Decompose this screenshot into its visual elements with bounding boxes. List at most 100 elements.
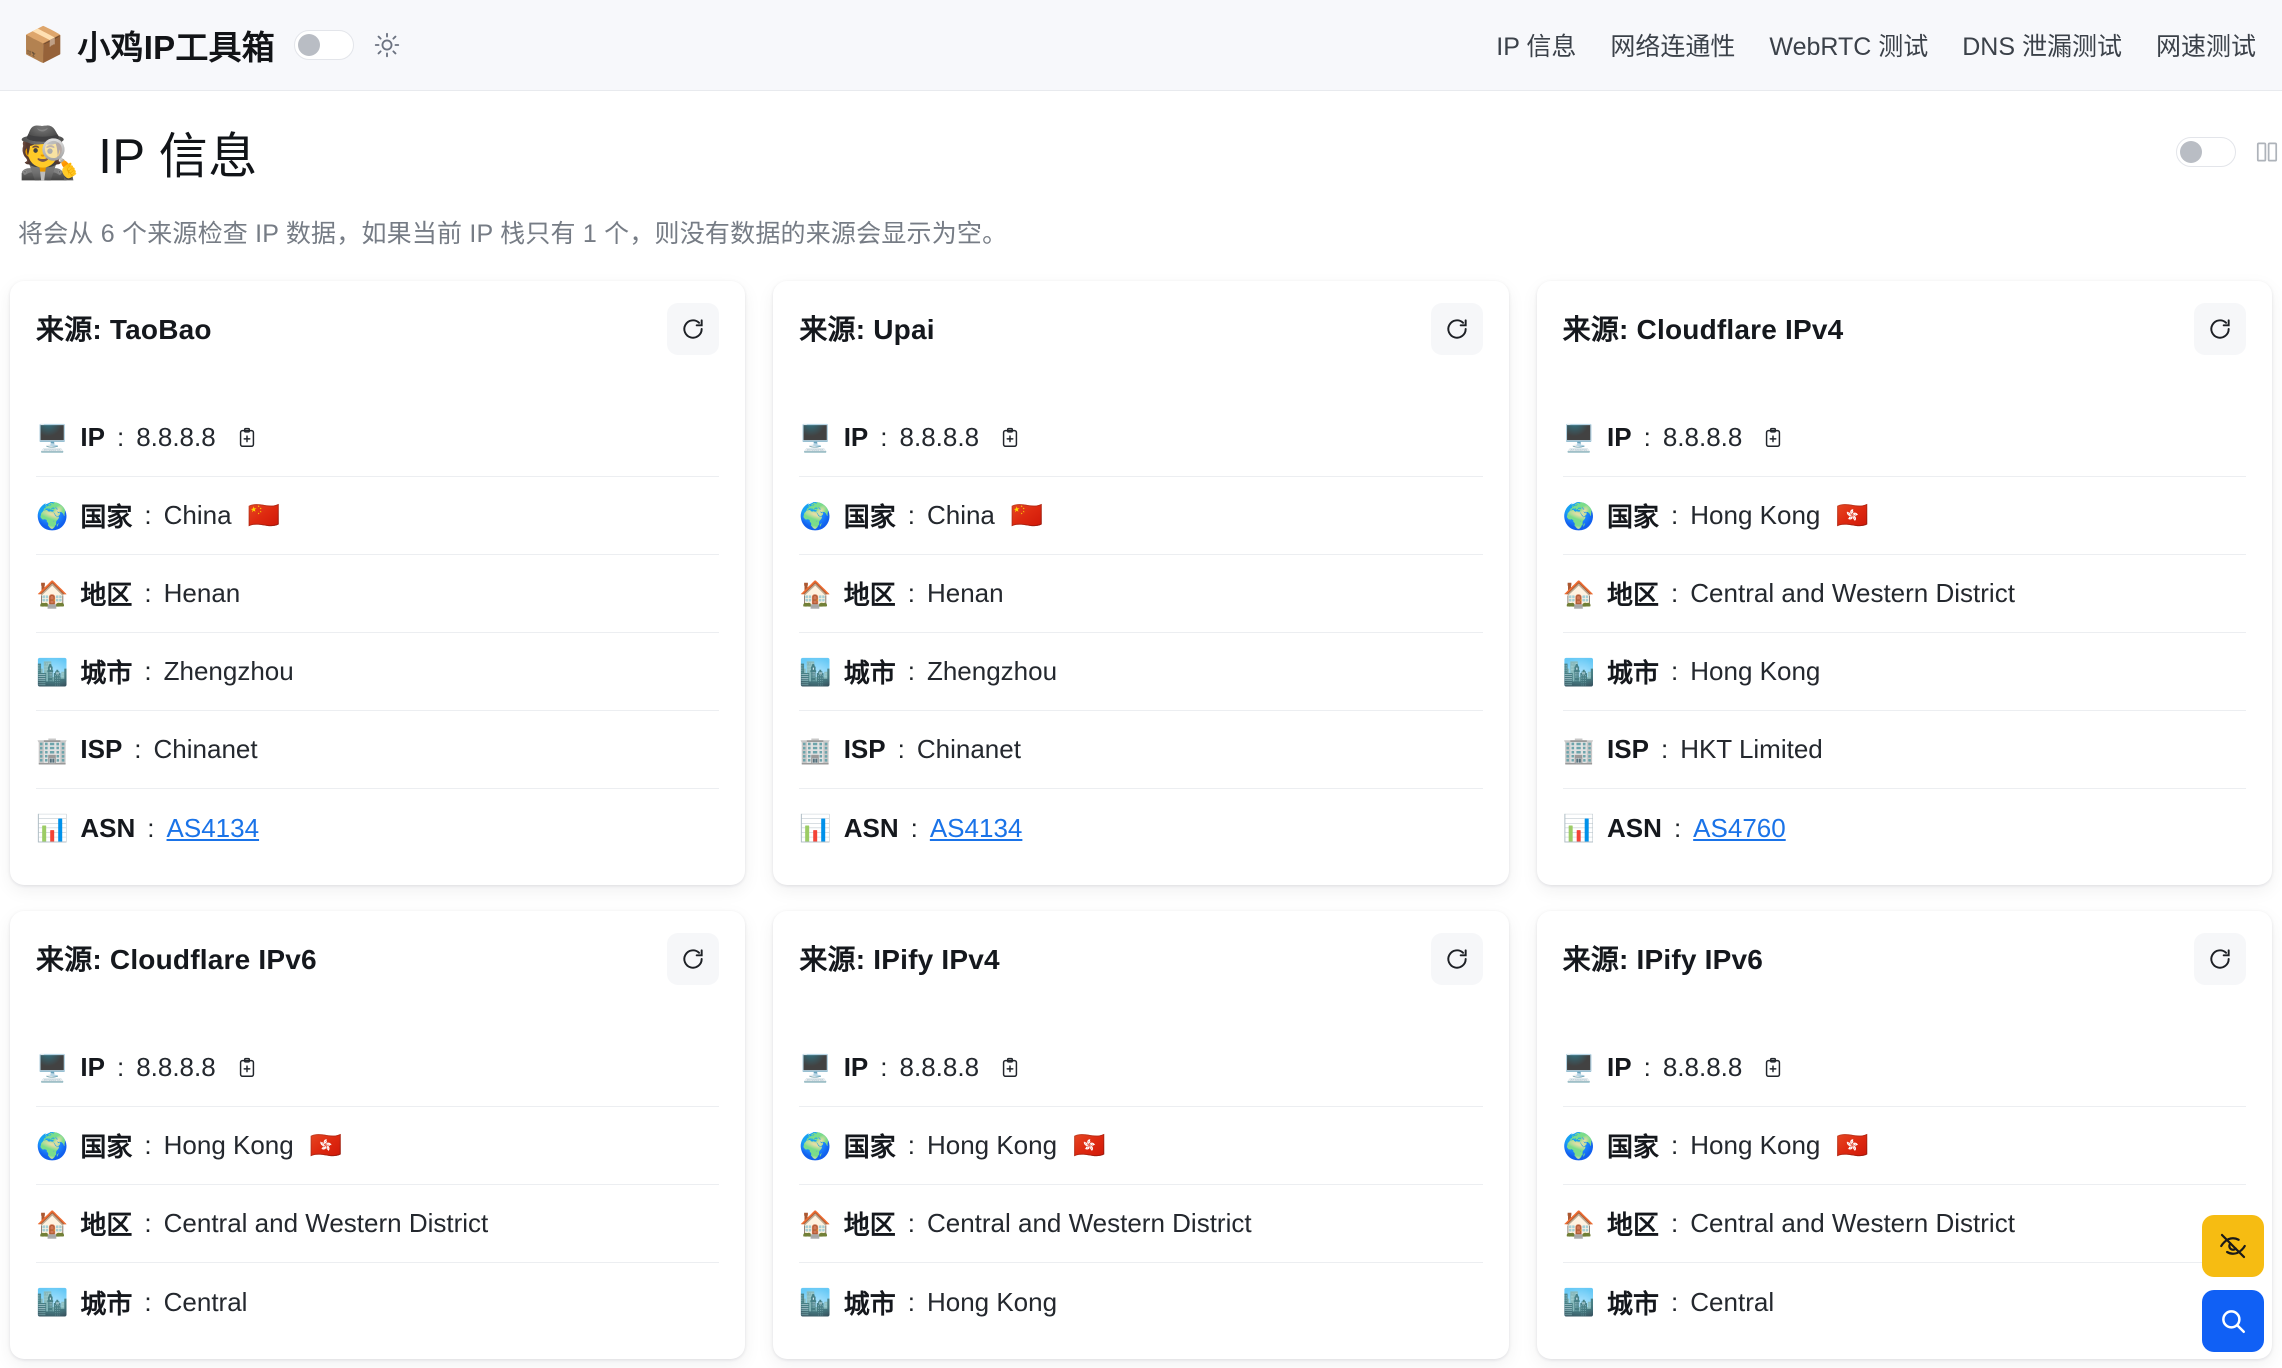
row-isp: 🏢 ISP: Chinanet	[799, 711, 1483, 789]
row-colon: :	[1673, 812, 1682, 843]
ip-source-cards: 来源: TaoBao 🖥️ IP: 8.8.8.8 🌍 国家: China 🇨…	[0, 281, 2282, 1359]
refresh-button[interactable]	[1430, 303, 1483, 355]
row-colon: :	[144, 656, 152, 686]
office-building-icon: 🏢	[1562, 734, 1596, 765]
row-label: ISP	[1607, 734, 1649, 764]
asn-link[interactable]: AS4134	[930, 813, 1023, 844]
card-header: 来源: IPify IPv6	[1563, 933, 2246, 993]
monitor-icon: 🖥️	[799, 1052, 832, 1083]
nav-link-ip-info[interactable]: IP 信息	[1496, 27, 1576, 63]
house-icon: 🏠	[799, 578, 832, 609]
top-navbar: 📦 小鸡IP工具箱 IP 信息 网络连通性 WebRTC 测试 DNS 泄漏测试…	[0, 0, 2282, 91]
cityscape-icon: 🏙️	[799, 656, 832, 687]
refresh-button[interactable]	[667, 303, 720, 355]
row-colon: :	[907, 1286, 915, 1317]
copy-to-clipboard-icon[interactable]	[1762, 427, 1784, 449]
brand[interactable]: 📦 小鸡IP工具箱	[22, 21, 275, 69]
row-colon: :	[1660, 734, 1669, 764]
nav-link-connectivity[interactable]: 网络连通性	[1610, 27, 1735, 63]
card-source-title: 来源: Upai	[799, 314, 935, 345]
hide-info-button[interactable]	[2202, 1215, 2264, 1277]
globe-icon: 🌍	[36, 1130, 69, 1161]
page-title-row: 🕵️ IP 信息	[18, 117, 2258, 188]
nav-link-webrtc-test[interactable]: WebRTC 测试	[1769, 27, 1928, 63]
ip-source-card: 来源: TaoBao 🖥️ IP: 8.8.8.8 🌍 国家: China 🇨…	[10, 281, 746, 885]
office-building-icon: 🏢	[799, 734, 832, 765]
card-source-title: 来源: IPify IPv4	[799, 944, 1000, 975]
columns-layout-icon[interactable]	[2252, 137, 2282, 167]
nav-link-speed-test[interactable]: 网速测试	[2156, 27, 2256, 63]
nav-link-dns-leak-test[interactable]: DNS 泄漏测试	[1962, 27, 2122, 63]
row-label: 国家	[843, 1132, 896, 1162]
row-colon: :	[1671, 656, 1679, 686]
house-icon: 🏠	[36, 1208, 69, 1239]
row-value-ip: 8.8.8.8	[899, 1052, 980, 1082]
copy-to-clipboard-icon[interactable]	[1762, 1057, 1784, 1079]
row-value-region: Central and Western District	[1690, 578, 2015, 608]
row-region: 🏠 地区: Central and Western District	[36, 1185, 720, 1263]
row-colon: :	[897, 734, 905, 764]
row-label: 城市	[80, 1288, 133, 1319]
cityscape-icon: 🏙️	[1562, 656, 1596, 687]
row-value-ip: 8.8.8.8	[899, 422, 980, 452]
asn-link[interactable]: AS4134	[167, 813, 260, 844]
refresh-button[interactable]	[667, 933, 720, 985]
row-label: 国家	[1607, 502, 1660, 532]
row-label: IP	[1607, 1052, 1632, 1082]
card-rows: 🖥️ IP: 8.8.8.8 🌍 国家: Hong Kong 🇭🇰 🏠 地区:…	[799, 1029, 1483, 1341]
row-colon: :	[907, 656, 915, 686]
globe-icon: 🌍	[1562, 1130, 1596, 1161]
row-asn: 📊 ASN: AS4134	[799, 789, 1482, 867]
row-value-isp: Chinanet	[153, 734, 258, 764]
cityscape-icon: 🏙️	[36, 656, 69, 687]
refresh-button[interactable]	[2193, 933, 2246, 985]
theme-toggle-switch[interactable]	[293, 30, 354, 60]
copy-to-clipboard-icon[interactable]	[999, 427, 1021, 449]
row-label: IP	[80, 422, 105, 452]
card-source-title: 来源: TaoBao	[36, 314, 212, 345]
row-colon: :	[1671, 1208, 1679, 1238]
country-flag-icon: 🇨🇳	[1010, 500, 1044, 530]
copy-to-clipboard-icon[interactable]	[236, 1057, 258, 1079]
row-asn: 📊 ASN: AS4760	[1563, 789, 2246, 867]
row-region: 🏠 地区: Central and Western District	[799, 1185, 1483, 1263]
bar-chart-icon: 📊	[36, 813, 69, 843]
row-label: IP	[1607, 422, 1632, 452]
row-label: 城市	[1607, 1288, 1660, 1319]
search-button[interactable]	[2202, 1290, 2264, 1352]
card-rows: 🖥️ IP: 8.8.8.8 🌍 国家: China 🇨🇳 🏠 地区: Hena…	[799, 399, 1483, 867]
country-flag-icon: 🇨🇳	[247, 500, 280, 530]
refresh-button[interactable]	[2193, 303, 2246, 355]
asn-link[interactable]: AS4760	[1693, 813, 1786, 844]
row-value-region: Henan	[163, 578, 241, 608]
card-header: 来源: Upai	[799, 303, 1483, 363]
bar-chart-icon: 📊	[1562, 813, 1596, 843]
row-city: 🏙️ 城市: Hong Kong	[1562, 633, 2246, 711]
row-colon: :	[116, 1052, 125, 1082]
row-colon: :	[1671, 578, 1679, 608]
refresh-button[interactable]	[1430, 933, 1483, 985]
row-label: ASN	[1607, 812, 1662, 843]
row-value-ip: 8.8.8.8	[136, 1052, 216, 1082]
page-subtitle: 将会从 6 个来源检查 IP 数据，如果当前 IP 栈只有 1 个，则没有数据的…	[18, 220, 1008, 248]
auto-refresh-toggle[interactable]	[2176, 137, 2236, 167]
bar-chart-icon: 📊	[799, 813, 832, 843]
card-rows: 🖥️ IP: 8.8.8.8 🌍 国家: Hong Kong 🇭🇰 🏠 地区:…	[1562, 1029, 2246, 1341]
copy-to-clipboard-icon[interactable]	[236, 427, 258, 449]
row-city: 🏙️ 城市: Zhengzhou	[36, 633, 720, 711]
sun-icon[interactable]	[372, 30, 402, 60]
page-header: 🕵️ IP 信息 将会从 6 个来源检查 IP 数据，如果当前 IP 栈只有 1…	[0, 91, 2282, 250]
row-colon: :	[147, 812, 155, 843]
copy-to-clipboard-icon[interactable]	[999, 1057, 1021, 1079]
row-label: 城市	[80, 658, 133, 688]
row-country: 🌍 国家: Hong Kong 🇭🇰	[1562, 1107, 2246, 1185]
row-label: 国家	[80, 502, 133, 532]
office-building-icon: 🏢	[36, 734, 69, 765]
globe-icon: 🌍	[1562, 500, 1596, 531]
row-value-isp: HKT Limited	[1680, 734, 1823, 764]
page-header-controls	[2176, 137, 2282, 167]
row-label: 城市	[843, 1288, 896, 1319]
row-country: 🌍 国家: Hong Kong 🇭🇰	[36, 1107, 720, 1185]
row-value-city: Zhengzhou	[926, 656, 1058, 686]
row-label: 地区	[843, 1210, 896, 1240]
